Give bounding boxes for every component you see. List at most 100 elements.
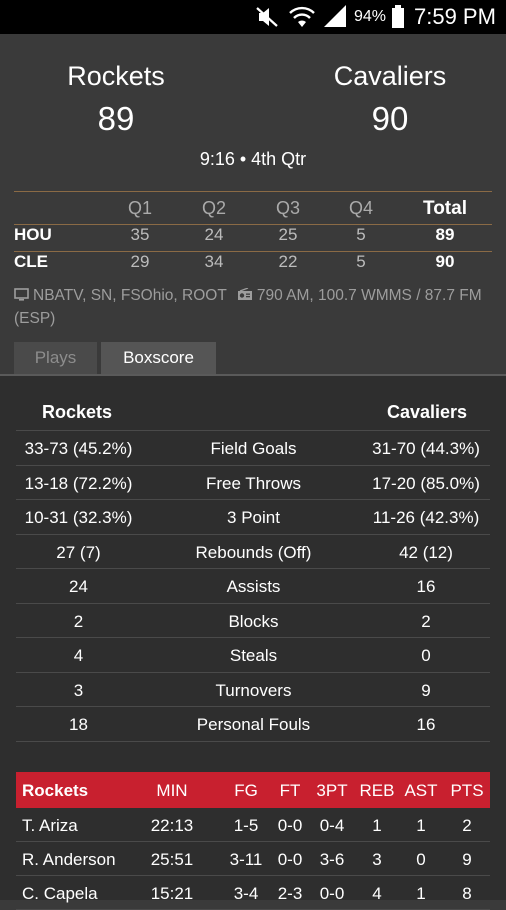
away-value: 2 <box>421 611 431 631</box>
scoreboard: Rockets 89 Cavaliers 90 9:16 • 4th Qtr Q… <box>0 34 506 370</box>
tv-icon <box>14 286 29 308</box>
tv-networks: NBATV, SN, FSOhio, ROOT <box>33 287 227 304</box>
q1-score: 35 <box>130 225 150 244</box>
player-3pt: 3-6 <box>319 850 345 869</box>
col-total: Total <box>423 198 467 219</box>
stat-label: Free Throws <box>205 473 302 493</box>
away-value: 16 <box>416 577 436 596</box>
away-value: 42 (12) <box>399 542 453 562</box>
tab-plays[interactable]: Plays <box>14 342 97 374</box>
player-row[interactable]: T. Ariza 22:13 1-5 0-0 0-4 1 1 2 <box>16 808 490 842</box>
player-reb: 3 <box>372 850 382 869</box>
col-q2: Q2 <box>201 198 226 218</box>
player-ft: 0-0 <box>277 816 303 835</box>
player-stats-table: Rockets MIN FG FT 3PT REB AST PTS T. Ari… <box>16 772 490 910</box>
signal-icon <box>322 0 348 34</box>
stat-label: Rebounds (Off) <box>195 542 312 562</box>
player-name: C. Capela <box>22 884 98 903</box>
player-table-header: Rockets MIN FG FT 3PT REB AST PTS <box>16 772 490 808</box>
total-score: 90 <box>435 252 455 271</box>
team-stats-away-header: Cavaliers <box>387 402 468 422</box>
away-team-score: 90 <box>371 100 409 137</box>
player-min: 15:21 <box>150 884 194 903</box>
q4-score: 5 <box>356 252 366 271</box>
col-q1: Q1 <box>127 198 152 218</box>
player-ast: 1 <box>416 816 426 835</box>
away-value: 11-26 (42.3%) <box>372 508 480 527</box>
col-q4: Q4 <box>348 198 373 218</box>
home-value: 4 <box>73 646 84 665</box>
team-stat-row: 10-31 (32.3%) 3 Point 11-26 (42.3%) <box>16 499 490 534</box>
home-value: 27 (7) <box>56 542 101 562</box>
player-reb: 1 <box>372 816 382 835</box>
col-ft[interactable]: FT <box>274 781 306 801</box>
player-ft: 0-0 <box>277 850 303 869</box>
home-value: 3 <box>73 680 84 700</box>
away-value: 17-20 (85.0%) <box>372 473 480 493</box>
q3-score: 22 <box>278 252 298 271</box>
team-stats-table: 33-73 (45.2%) Field Goals 31-70 (44.3%) 13… <box>16 430 490 742</box>
broadcast-info: NBATV, SN, FSOhio, ROOT 790 AM, 100.7 WM… <box>14 285 492 330</box>
player-fg: 3-4 <box>233 884 259 903</box>
player-fg: 1-5 <box>233 816 259 835</box>
home-value: 10-31 (32.3%) <box>24 508 133 527</box>
player-pts: 9 <box>462 850 472 869</box>
home-value: 33-73 (45.2%) <box>24 439 133 458</box>
linescore-row-hou: HOU 35 24 25 5 89 <box>14 225 492 251</box>
player-min: 25:51 <box>150 850 194 869</box>
col-pts[interactable]: PTS <box>446 781 488 801</box>
total-score: 89 <box>435 225 455 244</box>
player-3pt: 0-4 <box>319 816 345 835</box>
col-q3: Q3 <box>275 198 300 218</box>
team-stat-row: 33-73 (45.2%) Field Goals 31-70 (44.3%) <box>16 430 490 465</box>
col-3pt[interactable]: 3PT <box>312 781 352 801</box>
player-min: 22:13 <box>150 816 194 835</box>
player-ast: 1 <box>416 884 426 903</box>
home-value: 2 <box>73 611 84 631</box>
player-ast: 0 <box>416 850 426 869</box>
player-row[interactable]: R. Anderson 25:51 3-11 0-0 3-6 3 0 9 <box>16 842 490 876</box>
away-value: 9 <box>421 680 431 700</box>
team-stat-row: 4 Steals 0 <box>16 637 490 672</box>
radio-icon <box>237 286 253 308</box>
player-row[interactable]: C. Capela 15:21 3-4 2-3 0-0 4 1 8 <box>16 876 490 910</box>
col-reb[interactable]: REB <box>358 781 396 801</box>
team-stat-row: 24 Assists 16 <box>16 568 490 603</box>
away-value: 0 <box>421 646 431 665</box>
player-pts: 2 <box>462 816 472 835</box>
q1-score: 29 <box>130 252 150 271</box>
player-name: R. Anderson <box>22 850 116 869</box>
home-team-name: Rockets <box>67 61 165 91</box>
team-stat-row: 18 Personal Fouls 16 <box>16 706 490 742</box>
col-ast[interactable]: AST <box>402 781 440 801</box>
status-bar: 94% 7:59 PM <box>0 0 506 34</box>
home-team-score: 89 <box>97 100 135 137</box>
player-3pt: 0-0 <box>319 884 345 903</box>
tab-boxscore[interactable]: Boxscore <box>101 342 216 374</box>
linescore-row-cle: CLE 29 34 22 5 90 <box>14 252 492 278</box>
team-abbr: CLE <box>14 252 48 271</box>
col-fg[interactable]: FG <box>224 781 268 801</box>
away-value: 31-70 (44.3%) <box>372 439 480 458</box>
home-value: 24 <box>69 577 88 596</box>
team-stat-row: 13-18 (72.2%) Free Throws 17-20 (85.0%) <box>16 464 490 500</box>
player-name: T. Ariza <box>22 816 78 835</box>
linescore-table: Q1 Q2 Q3 Q4 Total HOU 35 24 25 5 89 CLE … <box>14 191 492 278</box>
stat-label: 3 Point <box>227 508 280 527</box>
q2-score: 24 <box>204 225 224 244</box>
battery-percent: 94% <box>354 8 387 25</box>
stat-label: Field Goals <box>210 439 297 458</box>
stat-label: Steals <box>229 646 278 665</box>
home-value: 18 <box>69 715 88 734</box>
stat-label: Assists <box>226 577 281 596</box>
q4-score: 5 <box>356 225 366 244</box>
boxscore-panel: Rockets Cavaliers 33-73 (45.2%) Field Goa… <box>0 376 506 910</box>
stat-label: Personal Fouls <box>196 715 311 734</box>
col-min[interactable]: MIN <box>146 781 198 801</box>
q3-score: 25 <box>278 225 298 244</box>
away-value: 16 <box>416 715 436 734</box>
q2-score: 34 <box>204 252 224 271</box>
team-stats-home-header: Rockets <box>42 402 113 422</box>
wifi-icon <box>288 0 316 34</box>
player-reb: 4 <box>372 884 382 903</box>
